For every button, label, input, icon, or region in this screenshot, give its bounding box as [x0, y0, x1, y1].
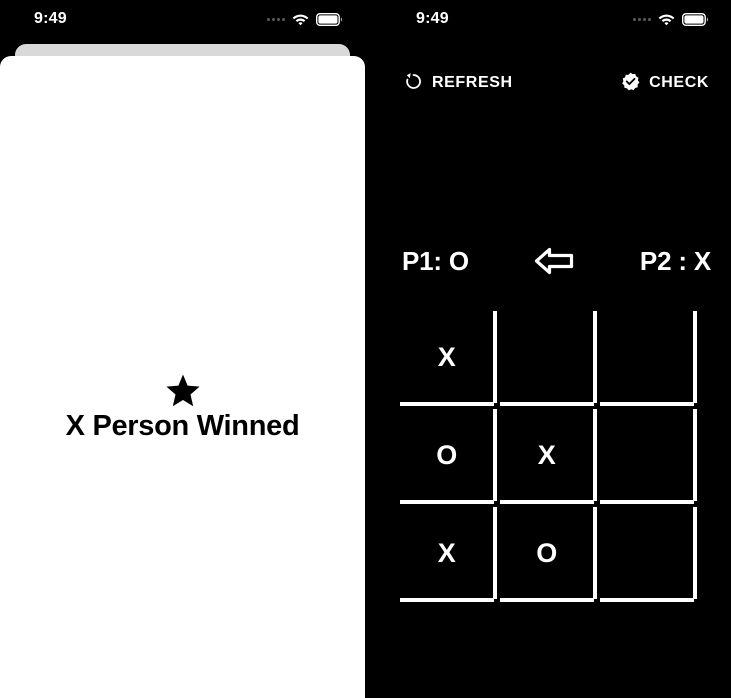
cell-mark: O: [436, 439, 458, 470]
wifi-icon: [292, 13, 309, 26]
board-cell-0-2[interactable]: [597, 308, 697, 406]
board-cell-0-0[interactable]: X: [397, 308, 497, 406]
board-cell-2-1[interactable]: O: [497, 504, 597, 602]
dual-screenshot-container: 9:49 X Person Winned 9:49 REFRESH CHECK …: [0, 0, 731, 698]
player-two-label: P2 : X: [639, 245, 711, 276]
verified-check-icon: [621, 72, 640, 94]
action-bar: REFRESH CHECK: [382, 72, 731, 94]
status-time: 9:49: [34, 10, 67, 27]
player-one-label: P1: O: [402, 245, 469, 276]
board-cell-2-0[interactable]: X: [397, 504, 497, 602]
wifi-icon: [658, 13, 675, 26]
status-bar-left: 9:49: [0, 0, 365, 38]
refresh-label: REFRESH: [432, 74, 513, 91]
players-row: P1: O P2 : X: [382, 245, 731, 277]
battery-icon: [682, 12, 709, 26]
status-indicators: [267, 12, 343, 26]
status-indicators: [633, 12, 709, 26]
tic-tac-toe-board: X O X X O: [397, 308, 697, 602]
board-cell-1-2[interactable]: [597, 406, 697, 504]
board-cell-1-0[interactable]: O: [397, 406, 497, 504]
arrow-left-icon: [533, 245, 575, 277]
check-button[interactable]: CHECK: [621, 72, 709, 94]
board-cell-0-1[interactable]: [497, 308, 597, 406]
signal-dots-icon: [633, 17, 651, 21]
result-sheet-card: X Person Winned: [0, 56, 365, 698]
status-time: 9:49: [416, 10, 449, 27]
rotate-left-icon: [404, 72, 423, 94]
board-cell-1-1[interactable]: X: [497, 406, 597, 504]
signal-dots-icon: [267, 17, 285, 21]
status-bar-right: 9:49: [382, 0, 731, 38]
check-label: CHECK: [649, 74, 709, 91]
cell-mark: X: [537, 439, 557, 470]
cell-mark: X: [437, 341, 457, 372]
cell-mark: X: [437, 537, 457, 568]
winner-announcement: X Person Winned: [0, 374, 365, 443]
left-phone-screen: 9:49 X Person Winned: [0, 0, 365, 698]
star-icon: [165, 374, 200, 407]
right-phone-screen: 9:49 REFRESH CHECK P1: O P2: X X O X X …: [382, 0, 731, 698]
cell-mark: O: [536, 537, 558, 568]
board-cell-2-2[interactable]: [597, 504, 697, 602]
winner-text: X Person Winned: [65, 410, 300, 442]
battery-icon: [316, 12, 343, 26]
refresh-button[interactable]: REFRESH: [404, 72, 513, 94]
